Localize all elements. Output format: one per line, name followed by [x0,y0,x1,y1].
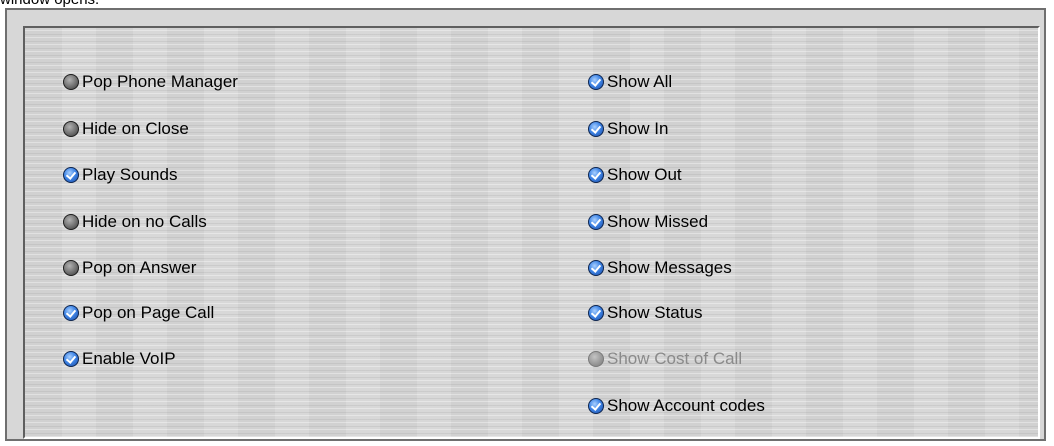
option-label: Show Cost of Call [607,349,743,368]
checkbox-icon[interactable] [588,167,604,183]
option-show-messages[interactable]: Show Messages [588,258,732,278]
checkbox-icon[interactable] [63,305,79,321]
checkmark-icon [590,169,602,180]
options-panel: Pop Phone Manager Hide on Close Play Sou… [23,26,1040,439]
checkmark-icon [65,353,77,364]
checkbox-icon[interactable] [63,260,79,276]
option-label: Show Status [607,303,703,322]
checkmark-icon [590,400,602,411]
option-show-in[interactable]: Show In [588,119,668,139]
option-hide-on-close[interactable]: Hide on Close [63,119,189,139]
option-play-sounds[interactable]: Play Sounds [63,165,177,185]
checkbox-icon[interactable] [588,351,604,367]
option-pop-on-answer[interactable]: Pop on Answer [63,258,196,278]
option-label: Show Messages [607,258,732,277]
checkbox-icon[interactable] [63,121,79,137]
option-label: Pop Phone Manager [82,72,238,91]
option-label: Hide on Close [82,119,189,138]
option-hide-on-no-calls[interactable]: Hide on no Calls [63,212,207,232]
checkmark-icon [590,216,602,227]
option-enable-voip[interactable]: Enable VoIP [63,349,176,369]
option-label: Show Out [607,165,682,184]
option-label: Pop on Page Call [82,303,215,322]
checkbox-icon[interactable] [588,305,604,321]
checkmark-icon [65,169,77,180]
checkbox-icon[interactable] [588,74,604,90]
option-label: Hide on no Calls [82,212,207,231]
option-pop-on-page-call[interactable]: Pop on Page Call [63,303,214,323]
checkbox-icon[interactable] [588,214,604,230]
checkbox-icon[interactable] [588,398,604,414]
checkbox-icon[interactable] [63,74,79,90]
option-label: Show Missed [607,212,709,231]
caption-text: window opens. [0,0,99,8]
checkbox-icon[interactable] [63,214,79,230]
option-show-missed[interactable]: Show Missed [588,212,708,232]
options-frame: Pop Phone Manager Hide on Close Play Sou… [5,8,1046,441]
checkmark-icon [65,307,77,318]
checkbox-icon[interactable] [588,260,604,276]
checkmark-icon [590,76,602,87]
option-show-account-codes[interactable]: Show Account codes [588,396,765,416]
checkbox-icon[interactable] [63,351,79,367]
option-pop-phone-manager[interactable]: Pop Phone Manager [63,72,238,92]
option-show-cost-of-call[interactable]: Show Cost of Call [588,349,742,369]
option-show-out[interactable]: Show Out [588,165,682,185]
option-label: Show All [607,72,673,91]
checkmark-icon [590,307,602,318]
option-show-status[interactable]: Show Status [588,303,702,323]
checkmark-icon [590,123,602,134]
option-label: Show In [607,119,669,138]
option-show-all[interactable]: Show All [588,72,672,92]
checkmark-icon [590,262,602,273]
option-label: Play Sounds [82,165,178,184]
checkbox-icon[interactable] [588,121,604,137]
option-label: Enable VoIP [82,349,176,368]
option-label: Pop on Answer [82,258,197,277]
option-label: Show Account codes [607,396,765,415]
checkbox-icon[interactable] [63,167,79,183]
